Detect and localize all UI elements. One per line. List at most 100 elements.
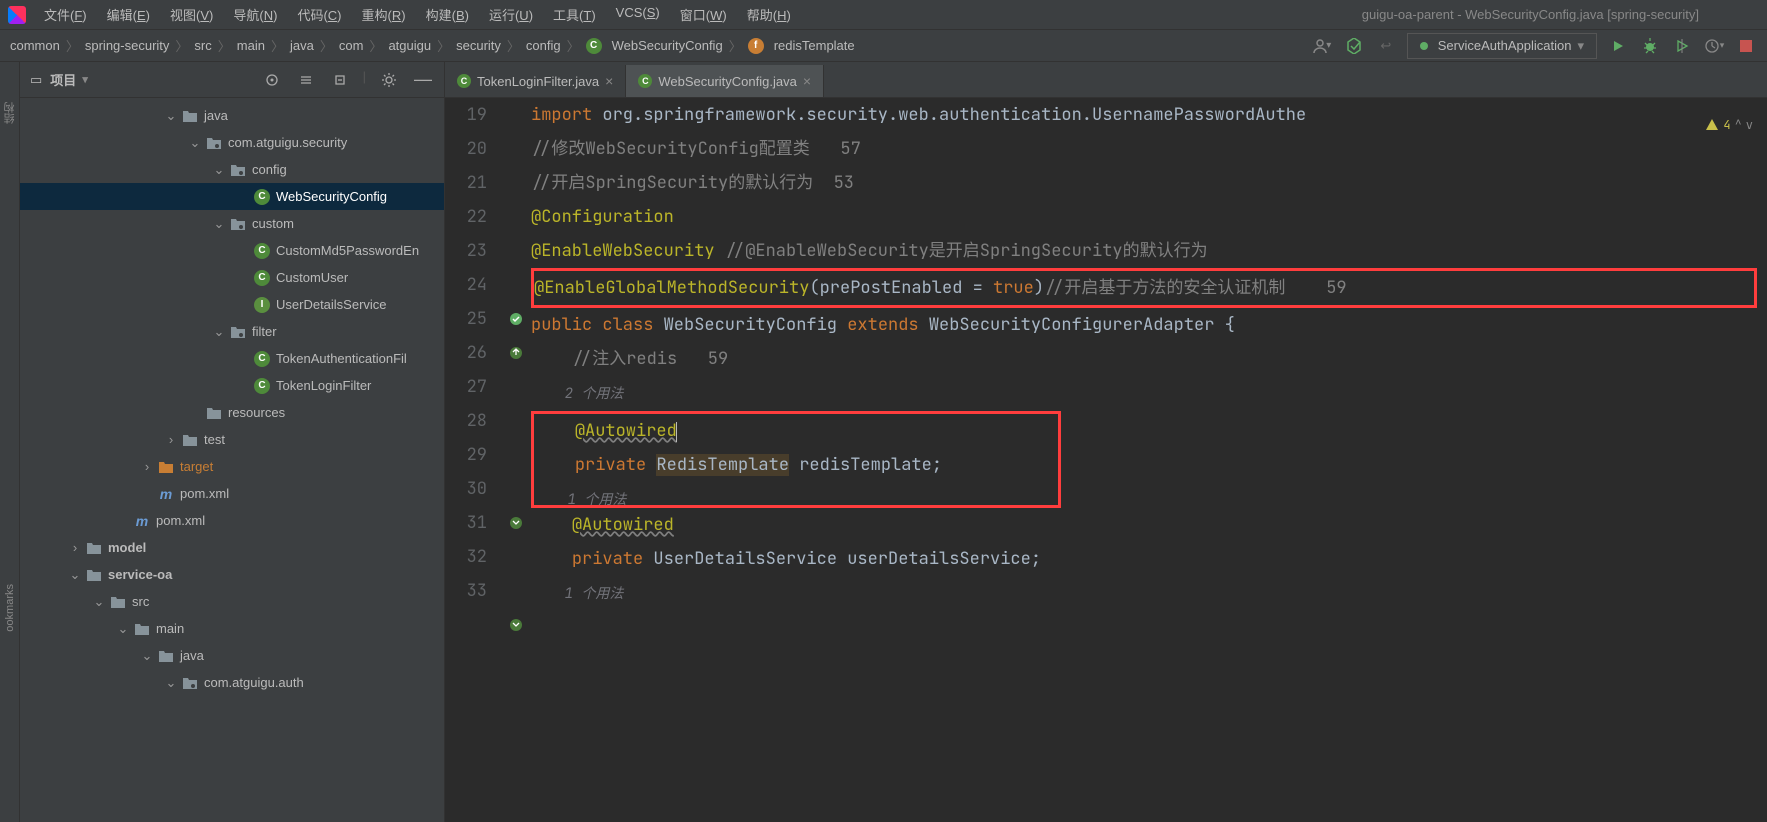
class-icon	[254, 351, 270, 367]
menu-导航[interactable]: 导航(N)	[227, 3, 283, 26]
tree-item-CustomMd5PasswordEn[interactable]: CustomMd5PasswordEn	[20, 237, 444, 264]
tree-item-UserDetailsService[interactable]: UserDetailsService	[20, 291, 444, 318]
tree-item-custom[interactable]: ⌄custom	[20, 210, 444, 237]
separator: |	[363, 69, 366, 91]
run-configuration-selector[interactable]: ServiceAuthApplication ▾	[1407, 33, 1597, 59]
crumb-common[interactable]: common	[10, 38, 60, 53]
close-icon[interactable]: ×	[605, 73, 613, 89]
crumb-field[interactable]: fredisTemplate	[748, 38, 855, 54]
tree-chevron[interactable]: ⌄	[140, 648, 154, 664]
tree-chevron[interactable]: ›	[68, 540, 82, 555]
menu-VCS[interactable]: VCS(S)	[610, 3, 666, 26]
profile-button[interactable]: ▾	[1703, 35, 1725, 57]
build-icon[interactable]	[1343, 35, 1365, 57]
menubar: 文件(F) 编辑(E) 视图(V) 导航(N) 代码(C) 重构(R) 构建(B) 运行(U)…	[0, 0, 1767, 30]
breadcrumb-separator: 〉	[567, 36, 580, 55]
menu-重构[interactable]: 重构(R)	[356, 3, 412, 26]
tree-item-test[interactable]: ›test	[20, 426, 444, 453]
close-icon[interactable]: ×	[803, 73, 811, 89]
hide-icon[interactable]: —	[412, 69, 434, 91]
run-button[interactable]	[1607, 35, 1629, 57]
crumb-main[interactable]: main	[237, 38, 265, 53]
tree-chevron[interactable]: ›	[164, 432, 178, 447]
collapse-all-icon[interactable]	[329, 69, 351, 91]
tree-chevron[interactable]: ⌄	[116, 621, 130, 637]
back-icon[interactable]: ↩	[1375, 35, 1397, 57]
tree-chevron[interactable]: ⌄	[164, 108, 178, 124]
package-icon	[230, 324, 246, 340]
tab-label: TokenLoginFilter.java	[477, 74, 599, 89]
tree-item-TokenLoginFilter[interactable]: TokenLoginFilter	[20, 372, 444, 399]
tree-item-com-atguigu-auth[interactable]: ⌄com.atguigu.auth	[20, 669, 444, 696]
menu-文件[interactable]: 文件(F)	[38, 3, 93, 26]
crumb-src[interactable]: src	[194, 38, 211, 53]
tree-item-java[interactable]: ⌄java	[20, 642, 444, 669]
tree-label: model	[108, 540, 146, 555]
tree-item-config[interactable]: ⌄config	[20, 156, 444, 183]
package-icon	[206, 135, 222, 151]
tree-item-service-oa[interactable]: ⌄ service-oa	[20, 561, 444, 588]
tree-label: com.atguigu.security	[228, 135, 347, 150]
crumb-atguigu[interactable]: atguigu	[388, 38, 431, 53]
crumb-config[interactable]: config	[526, 38, 561, 53]
tree-item-filter[interactable]: ⌄filter	[20, 318, 444, 345]
structure-tool-label[interactable]: 结构	[2, 102, 18, 124]
tree-chevron[interactable]: ⌄	[164, 675, 178, 691]
tree-item-CustomUser[interactable]: CustomUser	[20, 264, 444, 291]
tree-chevron[interactable]: ⌄	[212, 216, 226, 232]
chevron-down-icon: ▾	[82, 73, 88, 86]
package-icon	[230, 216, 246, 232]
tree-item-target[interactable]: ›target	[20, 453, 444, 480]
tree-item-WebSecurityConfig[interactable]: WebSecurityConfig	[20, 183, 444, 210]
problems-indicator[interactable]: 4 ^v	[1705, 108, 1753, 142]
tree-chevron[interactable]: ⌄	[212, 324, 226, 340]
menu-帮助[interactable]: 帮助(H)	[741, 3, 797, 26]
tree-label: src	[132, 594, 149, 609]
tree-item-main[interactable]: ⌄main	[20, 615, 444, 642]
tree-item-java[interactable]: ⌄java	[20, 102, 444, 129]
menu-代码[interactable]: 代码(C)	[291, 3, 347, 26]
tree-item-com-atguigu-security[interactable]: ⌄ com.atguigu.security	[20, 129, 444, 156]
stop-button[interactable]	[1735, 35, 1757, 57]
gear-icon[interactable]	[378, 69, 400, 91]
breadcrumb[interactable]: common〉spring-security〉src〉main〉java〉com…	[10, 36, 855, 55]
menu-视图[interactable]: 视图(V)	[164, 3, 219, 26]
tree-chevron[interactable]: ›	[140, 459, 154, 474]
expand-all-icon[interactable]	[295, 69, 317, 91]
tree-item-pom-xml[interactable]: pom.xml	[20, 507, 444, 534]
select-file-icon[interactable]	[261, 69, 283, 91]
tree-item-model[interactable]: › model	[20, 534, 444, 561]
crumb-com[interactable]: com	[339, 38, 364, 53]
project-tool-window: ▭ 项目 ▾ | — ⌄java⌄com.atguigu.security⌄co…	[20, 62, 445, 822]
debug-button[interactable]	[1639, 35, 1661, 57]
tree-item-TokenAuthenticationFil[interactable]: TokenAuthenticationFil	[20, 345, 444, 372]
editor-tab-WebSecurityConfig.java[interactable]: CWebSecurityConfig.java×	[626, 65, 824, 97]
menu-运行[interactable]: 运行(U)	[483, 3, 539, 26]
tree-chevron[interactable]: ⌄	[92, 594, 106, 610]
tree-label: service-oa	[108, 567, 172, 582]
user-icon[interactable]: ▾	[1311, 35, 1333, 57]
editor-body[interactable]: 4 ^v 192021222324252627282930313233 impo…	[445, 98, 1767, 822]
tree-label: WebSecurityConfig	[276, 189, 387, 204]
menu-窗口[interactable]: 窗口(W)	[674, 3, 733, 26]
crumb-security[interactable]: security	[456, 38, 501, 53]
tree-item-pom-xml[interactable]: pom.xml	[20, 480, 444, 507]
tree-chevron[interactable]: ⌄	[68, 567, 82, 583]
crumb-spring-security[interactable]: spring-security	[85, 38, 170, 53]
crumb-class[interactable]: WebSecurityConfig	[586, 38, 723, 54]
tree-chevron[interactable]: ⌄	[188, 135, 202, 151]
crumb-java[interactable]: java	[290, 38, 314, 53]
menu-工具[interactable]: 工具(T)	[547, 3, 602, 26]
bookmarks-tool-label[interactable]: ookmarks	[4, 584, 16, 632]
coverage-button[interactable]	[1671, 35, 1693, 57]
menu-编辑[interactable]: 编辑(E)	[101, 3, 156, 26]
interface-icon	[254, 297, 270, 313]
tree-chevron[interactable]: ⌄	[212, 162, 226, 178]
tree-item-src[interactable]: ⌄ src	[20, 588, 444, 615]
editor-tab-TokenLoginFilter.java[interactable]: CTokenLoginFilter.java×	[445, 65, 626, 97]
tree-item-resources[interactable]: resources	[20, 399, 444, 426]
menu-构建[interactable]: 构建(B)	[420, 3, 475, 26]
code-content[interactable]: import org.springframework.security.web.…	[531, 98, 1767, 822]
project-tree[interactable]: ⌄java⌄com.atguigu.security⌄configWebSecu…	[20, 98, 444, 822]
panel-title[interactable]: 项目 ▾	[50, 70, 88, 89]
